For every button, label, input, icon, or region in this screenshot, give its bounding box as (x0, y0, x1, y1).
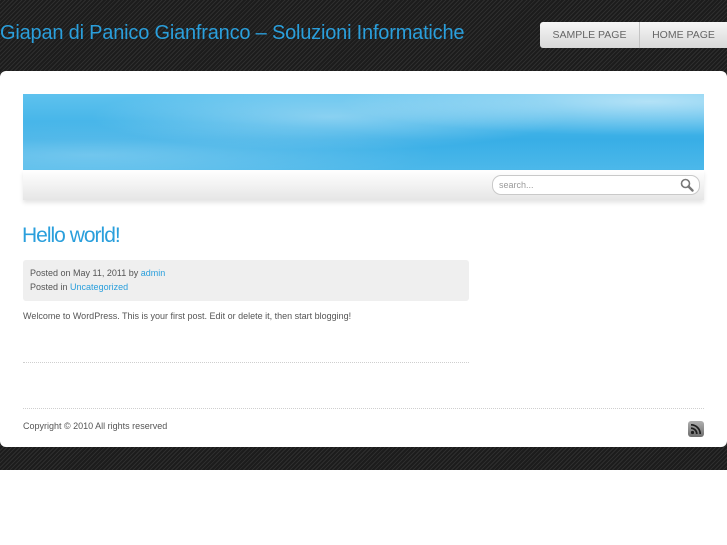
rss-icon[interactable] (688, 421, 704, 437)
search-bar (23, 170, 704, 200)
nav-home-page[interactable]: Home Page (640, 22, 727, 48)
author-link[interactable]: admin (141, 268, 166, 278)
posted-on-text: Posted on May 11, 2011 by (30, 268, 139, 278)
post-body: Welcome to WordPress. This is your first… (23, 311, 352, 321)
site-title[interactable]: Giapan di Panico Gianfranco – Soluzioni … (0, 22, 465, 45)
posted-in-line: Posted in Uncategorized (30, 282, 128, 292)
post-divider (23, 362, 469, 363)
posted-in-text: Posted in (30, 282, 68, 292)
content-panel: Hello world! Posted on May 11, 2011 by a… (0, 71, 727, 447)
search-input[interactable] (499, 178, 669, 192)
header-banner (23, 94, 704, 170)
main-nav: Sample Page Home Page (540, 22, 727, 48)
footer-divider (23, 408, 704, 409)
post-title[interactable]: Hello world! (22, 224, 121, 248)
search-box (492, 175, 700, 195)
category-link[interactable]: Uncategorized (70, 282, 128, 292)
nav-sample-page[interactable]: Sample Page (540, 22, 640, 48)
post-meta: Posted on May 11, 2011 by admin Posted i… (23, 260, 469, 301)
copyright-text: Copyright © 2010 All rights reserved (23, 421, 168, 431)
posted-on-line: Posted on May 11, 2011 by admin (30, 268, 165, 278)
search-icon[interactable] (680, 178, 694, 192)
